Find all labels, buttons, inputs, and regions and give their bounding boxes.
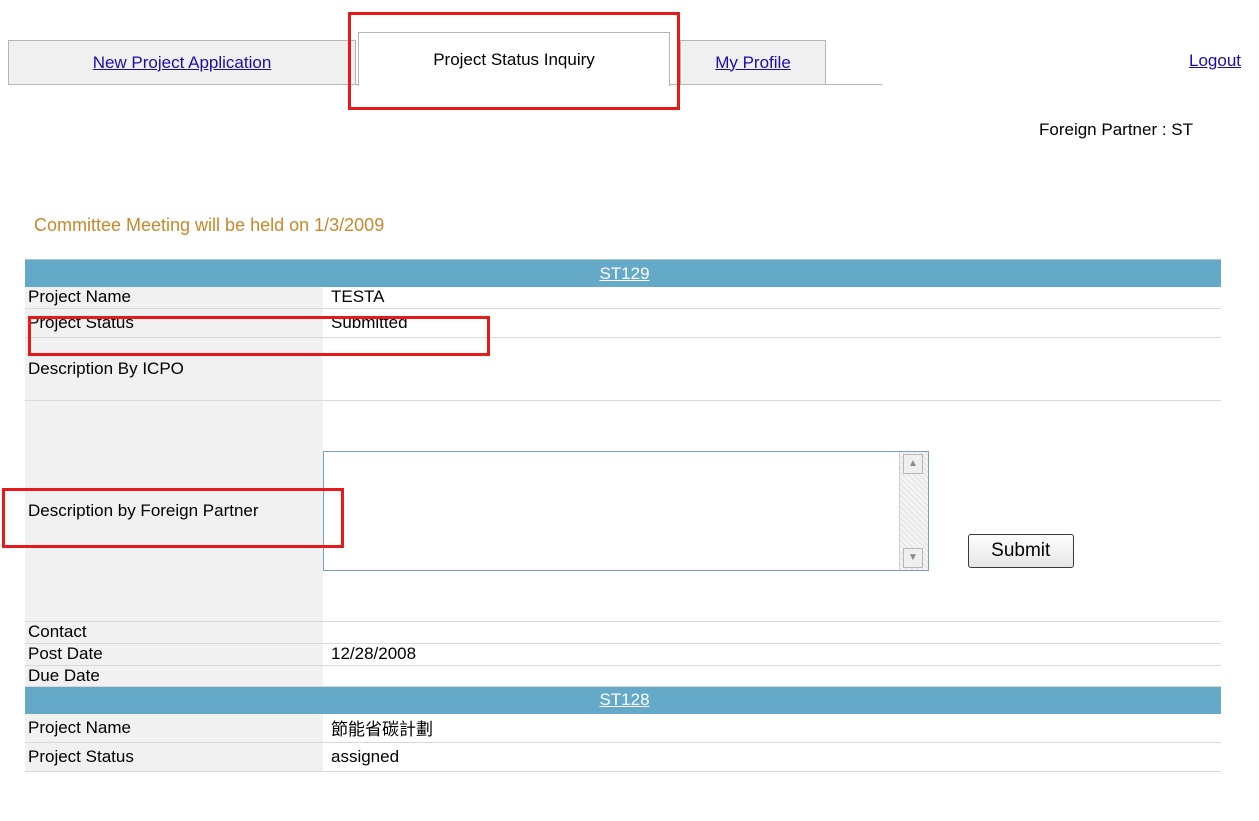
due-date-label: Due Date	[25, 665, 323, 687]
table-row: Description By ICPO	[25, 337, 1221, 401]
tab-new-project-application[interactable]: New Project Application	[8, 40, 356, 84]
desc-partner-textarea[interactable]: ▲ ▼	[323, 450, 929, 571]
scroll-up-icon[interactable]: ▲	[903, 453, 923, 474]
table-row: Project Status assigned	[25, 742, 1221, 772]
desc-partner-label: Description by Foreign Partner	[25, 400, 323, 622]
tab-project-status-inquiry[interactable]: Project Status Inquiry	[358, 32, 670, 86]
table-row: Due Date	[25, 665, 1221, 687]
committee-meeting-notice: Committee Meeting will be held on 1/3/20…	[34, 215, 385, 235]
foreign-partner-label: Foreign Partner : ST	[1039, 120, 1194, 139]
tab-my-profile-link[interactable]: My Profile	[715, 53, 791, 73]
project-name-value: TESTA	[323, 287, 1221, 309]
table-row: Project Name TESTA	[25, 287, 1221, 309]
logout-link[interactable]: Logout	[1189, 51, 1241, 71]
desc-icpo-value	[323, 337, 1221, 401]
tab-my-profile[interactable]: My Profile	[680, 40, 826, 84]
post-date-label: Post Date	[25, 643, 323, 666]
project-code-link[interactable]: ST129	[599, 264, 649, 283]
tab-new-project-link[interactable]: New Project Application	[93, 53, 272, 73]
project-header-row: ST129	[25, 259, 1221, 287]
scroll-down-icon[interactable]: ▼	[903, 547, 923, 568]
project-status-label: Project Status	[25, 308, 323, 338]
tab-status-inquiry-label: Project Status Inquiry	[433, 49, 595, 69]
contact-label: Contact	[25, 621, 323, 644]
project-name-label: Project Name	[25, 713, 323, 743]
project-name-label: Project Name	[25, 287, 323, 309]
desc-icpo-label: Description By ICPO	[25, 337, 323, 401]
project-name-value: 節能省碳計劃	[323, 713, 1221, 743]
project-header-row: ST128	[25, 685, 1221, 714]
table-row: Post Date 12/28/2008	[25, 643, 1221, 666]
desc-partner-cell: ▲ ▼ Submit	[323, 400, 1221, 622]
project-status-value: assigned	[323, 742, 1221, 772]
table-row: Project Status Submitted	[25, 308, 1221, 338]
textarea-scrollbar[interactable]: ▲ ▼	[899, 451, 928, 570]
post-date-value: 12/28/2008	[323, 643, 1221, 666]
due-date-value	[323, 665, 1221, 687]
table-row: Contact	[25, 621, 1221, 644]
project-code-link[interactable]: ST128	[599, 690, 649, 709]
project-status-value: Submitted	[323, 308, 1221, 338]
project-status-label: Project Status	[25, 742, 323, 772]
contact-value	[323, 621, 1221, 644]
table-row: Project Name 節能省碳計劃	[25, 713, 1221, 743]
table-row: Description by Foreign Partner ▲ ▼ Submi…	[25, 400, 1221, 622]
submit-button[interactable]: Submit	[967, 533, 1074, 568]
project-status-table: ST129 Project Name TESTA Project Status …	[25, 259, 1221, 772]
